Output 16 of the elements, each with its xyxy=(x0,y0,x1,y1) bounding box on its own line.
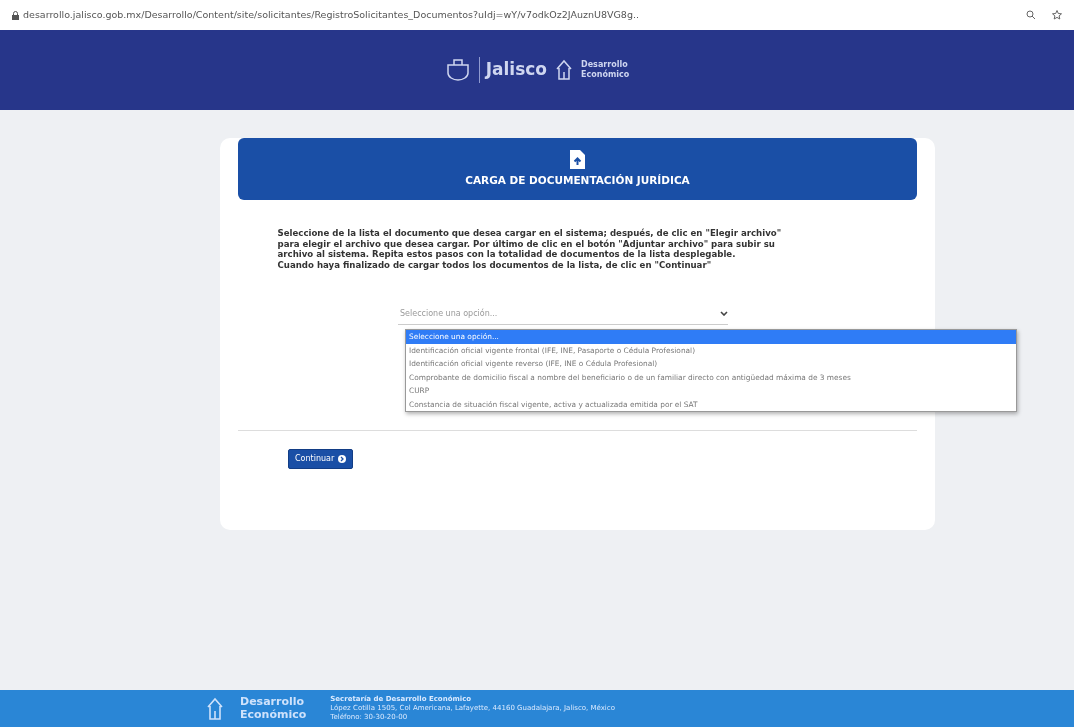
lock-icon xyxy=(12,10,19,20)
logo-text: Jalisco xyxy=(478,57,548,83)
document-select[interactable]: Seleccione una opción... xyxy=(398,304,728,325)
instructions-text: Seleccione de la lista el documento que desea cargar en el sistema; después, de clic en "Elegir archivo" para elegir el archivo que desea cargar. Por último de clic en el botón "Adjuntar archivo" para subir su archivo al sistema. Repita estos pasos con la totalidad de documentos de la lista desplegable. Cuando haya finalizado de cargar todos los documentos de la lista, de clic en "Continuar" xyxy=(277,228,783,271)
section-title: CARGA DE DOCUMENTACIÓN JURÍDICA xyxy=(465,172,690,188)
search-icon[interactable] xyxy=(1026,10,1036,20)
file-upload-icon xyxy=(570,149,585,169)
house-arrow-icon xyxy=(555,59,574,81)
chevron-down-icon xyxy=(720,311,728,317)
star-icon[interactable] xyxy=(1052,10,1062,20)
coat-of-arms-icon xyxy=(444,59,471,81)
house-arrow-icon xyxy=(206,696,224,721)
footer-logo-text: Desarrollo Económico xyxy=(240,695,307,722)
arrow-circle-icon xyxy=(338,454,347,463)
logo-subtitle: Desarrollo Económico xyxy=(581,60,630,80)
continue-button[interactable]: Continuar xyxy=(288,448,354,469)
